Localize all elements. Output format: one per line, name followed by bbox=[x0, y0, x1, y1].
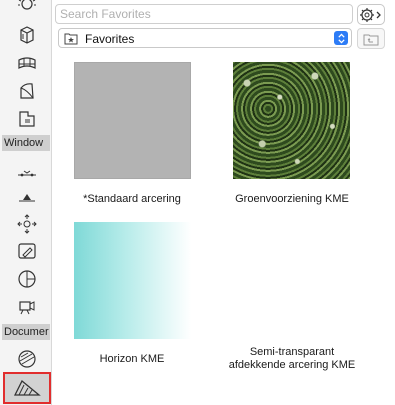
new-folder-button[interactable] bbox=[357, 28, 385, 49]
green-hedge-swatch bbox=[233, 62, 350, 179]
cyan-gradient-swatch bbox=[74, 222, 191, 339]
search-favorites-input[interactable] bbox=[55, 4, 353, 24]
folder-select-value: Favorites bbox=[85, 32, 135, 46]
section-tool-icon[interactable] bbox=[14, 266, 40, 292]
transparent-swatch bbox=[233, 222, 350, 339]
favorite-item-label: Semi-transparant afdekkende arcering KME bbox=[228, 346, 356, 371]
gray-fill-swatch bbox=[74, 62, 191, 179]
gear-icon bbox=[360, 7, 381, 22]
favorite-item-label: *Standaard arcering bbox=[83, 193, 181, 205]
favorites-folder-select[interactable]: Favorites bbox=[58, 28, 352, 48]
favorite-item-hedge[interactable]: Groenvoorziening KME bbox=[212, 62, 372, 212]
settings-menu-button[interactable] bbox=[357, 4, 385, 25]
star-folder-icon bbox=[64, 33, 78, 45]
fill-tool-icon[interactable] bbox=[14, 346, 40, 372]
toolbox-panel: Window Documer bbox=[0, 0, 52, 405]
lamp-tool-icon[interactable] bbox=[14, 0, 40, 20]
camera-tool-icon[interactable] bbox=[14, 293, 40, 319]
dimension-tool-icon[interactable] bbox=[14, 160, 40, 186]
favorite-item-semi-transparent[interactable]: Semi-transparant afdekkende arcering KME bbox=[212, 222, 372, 372]
favorite-item-standard-fill[interactable]: *Standaard arcering bbox=[52, 62, 212, 212]
shell-tool-icon[interactable] bbox=[14, 78, 40, 104]
favorite-item-label: Groenvoorziening KME bbox=[235, 193, 349, 205]
chevron-updown-icon[interactable] bbox=[334, 31, 348, 45]
favorite-item-horizon[interactable]: Horizon KME bbox=[52, 222, 212, 372]
favorite-item-label: Horizon KME bbox=[99, 353, 165, 365]
hatch-tool-selected-icon[interactable] bbox=[3, 372, 51, 404]
zone-tool-icon[interactable] bbox=[14, 106, 40, 132]
folder-up-icon bbox=[363, 34, 379, 45]
mesh-tool-icon[interactable] bbox=[14, 50, 40, 76]
text-tool-icon[interactable] bbox=[14, 238, 40, 264]
section-label-document[interactable]: Documer bbox=[2, 324, 50, 340]
object-tool-icon[interactable] bbox=[14, 22, 40, 48]
level-dimension-tool-icon[interactable] bbox=[14, 184, 40, 210]
radial-dimension-tool-icon[interactable] bbox=[14, 211, 40, 237]
section-label-window[interactable]: Window bbox=[2, 135, 50, 151]
